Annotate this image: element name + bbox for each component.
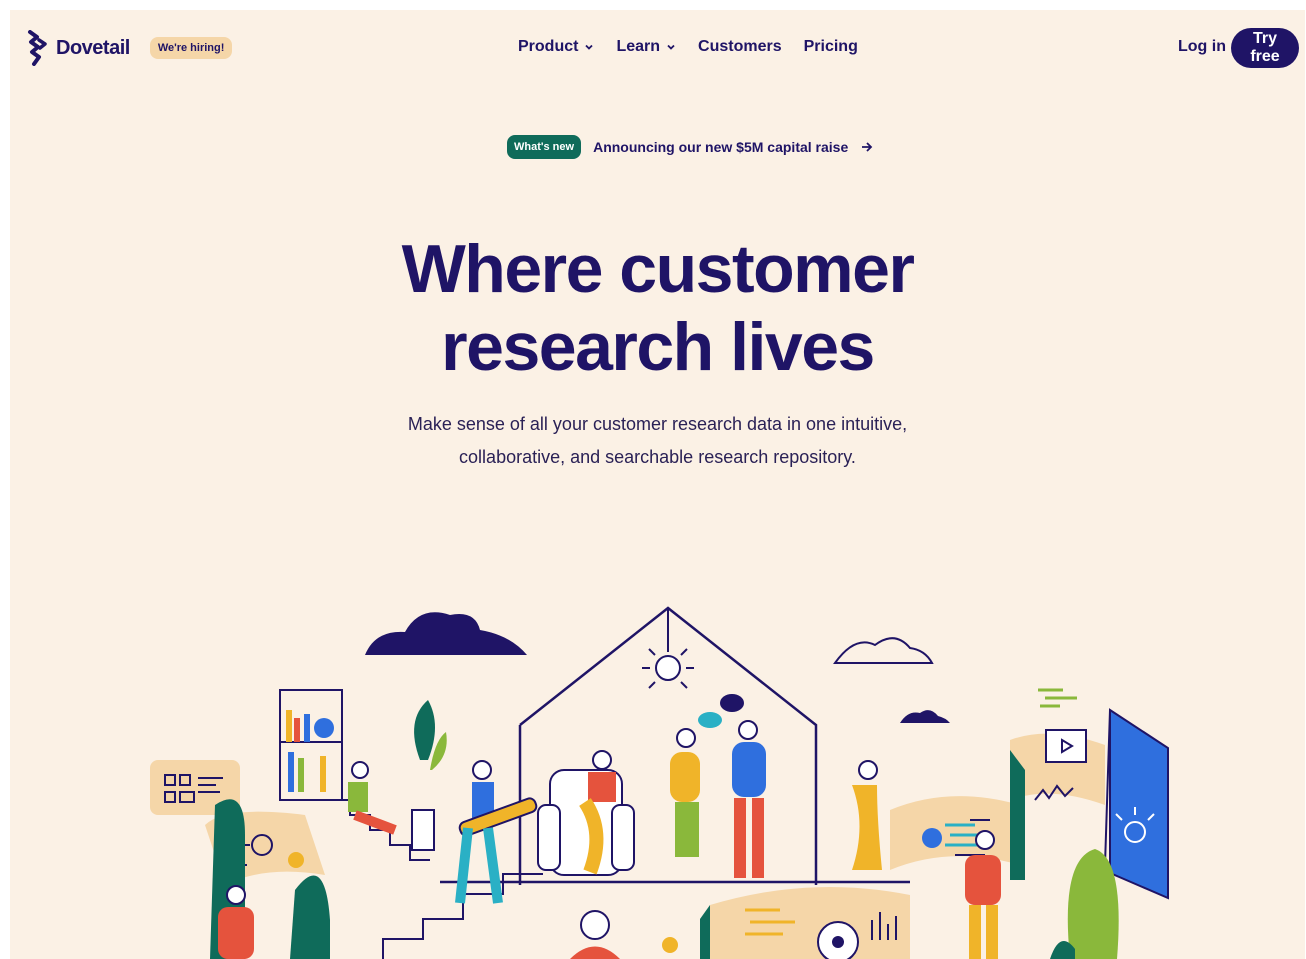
cloud-outline-right (833, 637, 934, 664)
hero-subtitle-line1: Make sense of all your customer research… (407, 414, 908, 434)
nav-learn[interactable]: Learn (616, 38, 676, 56)
cloud-dark-small (900, 710, 950, 723)
main-nav: Product Learn Customers Pricing (518, 38, 858, 56)
scroll-right (890, 796, 1020, 870)
announcement-banner[interactable]: What's new Announcing our new $5M capita… (507, 135, 874, 159)
login-link[interactable]: Log in (1178, 38, 1226, 56)
hiring-badge[interactable]: We're hiring! (149, 37, 233, 59)
cloud-dark-left (365, 612, 527, 655)
hero-headline-line2: research lives (441, 309, 875, 385)
lightbulb-icon (655, 655, 681, 681)
person-yellow (670, 728, 700, 857)
brand-logo[interactable]: Dovetail We're hiring! (26, 30, 233, 66)
hero-headline-line1: Where customer (401, 231, 915, 307)
nav-customers-label: Customers (698, 38, 782, 55)
top-nav: Dovetail We're hiring! Product Learn Cus… (10, 10, 1305, 86)
person-right-cup (852, 760, 882, 870)
try-free-button[interactable]: Try free (1231, 28, 1299, 68)
hero-illustration (150, 606, 1169, 959)
chevron-down-icon (667, 44, 675, 50)
hero-subtitle: Make sense of all your customer research… (10, 408, 1305, 474)
nav-pricing-label: Pricing (803, 38, 858, 55)
book (1109, 708, 1169, 900)
person-bottom-center (570, 910, 620, 959)
hero-headline: Where customer research lives (10, 230, 1305, 386)
person-blue (732, 720, 766, 878)
person-reading-stairs (348, 761, 397, 835)
dovetail-logo-icon (28, 30, 47, 66)
chevron-down-icon (585, 44, 594, 50)
nav-pricing[interactable]: Pricing (804, 38, 858, 56)
brand-name: Dovetail (56, 36, 130, 59)
arrow-right-icon (862, 142, 873, 152)
plant (414, 700, 435, 760)
hero-subtitle-line2: collaborative, and searchable research r… (459, 447, 856, 467)
nav-customers[interactable]: Customers (698, 38, 782, 56)
nav-product[interactable]: Product (518, 38, 594, 56)
whats-new-badge: What's new (507, 135, 582, 159)
landing-page: Dovetail We're hiring! Product Learn Cus… (10, 10, 1305, 959)
nav-product-label: Product (518, 38, 579, 55)
announcement-text: Announcing our new $5M capital raise (593, 139, 849, 155)
nav-learn-label: Learn (616, 38, 661, 55)
